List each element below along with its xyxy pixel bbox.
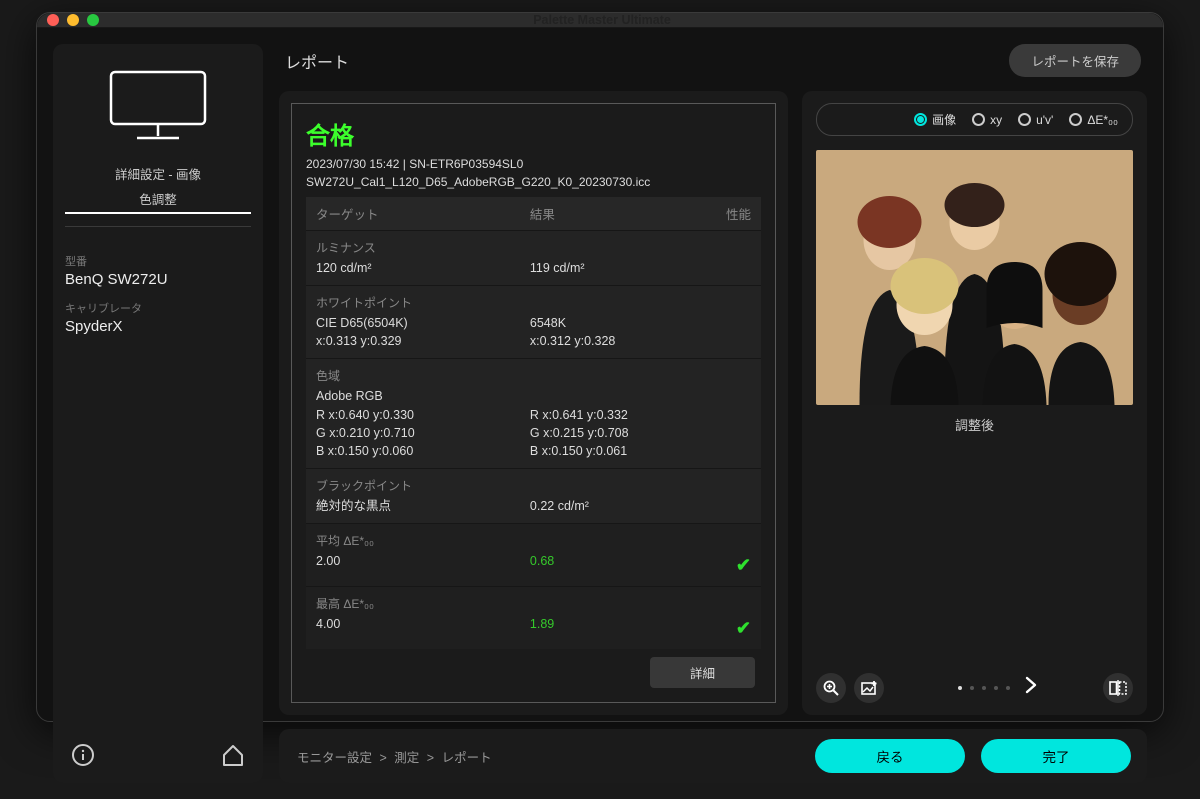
checkmark-icon: ✔ — [736, 618, 751, 638]
zoom-button[interactable] — [816, 673, 846, 703]
detail-button[interactable]: 詳細 — [650, 657, 755, 688]
home-icon — [220, 742, 246, 768]
sidebar-mode[interactable]: 色調整 — [65, 189, 251, 214]
max-deltae-section: 最高 ΔE*₀₀ 4.00 1.89 ✔ — [306, 586, 761, 649]
model-value: BenQ SW272U — [65, 271, 251, 288]
info-icon — [71, 743, 95, 767]
pager-dot[interactable] — [994, 686, 998, 690]
mode-uv[interactable]: u'v' — [1010, 108, 1061, 131]
add-image-button[interactable] — [854, 673, 884, 703]
mode-xy[interactable]: xy — [964, 108, 1010, 131]
magnifier-icon — [823, 680, 839, 696]
image-pager — [892, 676, 1103, 700]
checkmark-icon: ✔ — [736, 555, 751, 575]
image-plus-icon — [861, 680, 877, 696]
page-title: レポート — [285, 49, 349, 73]
blackpoint-section: ブラックポイント 絶対的な黒点0.22 cd/m² — [306, 468, 761, 523]
pager-dot[interactable] — [982, 686, 986, 690]
mode-deltae[interactable]: ΔE*₀₀ — [1061, 108, 1126, 131]
preview-caption: 調整後 — [816, 415, 1133, 434]
maximize-window-icon[interactable] — [87, 14, 99, 26]
mode-image[interactable]: 画像 — [906, 108, 964, 131]
breadcrumb: モニター設定 > 測定 > レポート — [295, 747, 494, 766]
gamut-section: 色域 Adobe RGB R x:0.640 y:0.330R x:0.641 … — [306, 358, 761, 468]
report-icc: SW272U_Cal1_L120_D65_AdobeRGB_G220_K0_20… — [306, 175, 761, 189]
report-panel: 合格 2023/07/30 15:42 | SN-ETR6P03594SL0 S… — [279, 91, 788, 715]
monitor-icon — [103, 66, 213, 146]
done-button[interactable]: 完了 — [981, 739, 1131, 773]
col-perf: 性能 — [701, 204, 751, 223]
sidebar: 詳細設定 - 画像 色調整 型番 BenQ SW272U キャリブレータ Spy… — [53, 44, 263, 783]
compare-button[interactable] — [1103, 673, 1133, 703]
calibrator-value: SpyderX — [65, 318, 251, 335]
preview-panel: 画像 xy u'v' ΔE*₀₀ — [802, 91, 1147, 715]
preview-image — [816, 150, 1133, 405]
luminance-section: ルミナンス 120 cd/m²119 cd/m² — [306, 230, 761, 285]
model-label: 型番 — [65, 253, 251, 269]
sidebar-context: 詳細設定 - 画像 — [65, 164, 251, 183]
pager-dot[interactable] — [1006, 686, 1010, 690]
calibrator-label: キャリブレータ — [65, 300, 251, 316]
report-status: 合格 — [306, 116, 761, 151]
view-mode-group: 画像 xy u'v' ΔE*₀₀ — [816, 103, 1133, 136]
window-title: Palette Master Ultimate — [99, 13, 1105, 27]
compare-split-icon — [1109, 680, 1127, 696]
pager-dot[interactable] — [958, 686, 962, 690]
pager-dot[interactable] — [970, 686, 974, 690]
save-report-button[interactable]: レポートを保存 — [1009, 44, 1141, 77]
back-button[interactable]: 戻る — [815, 739, 965, 773]
home-button[interactable] — [219, 741, 247, 769]
report-header-row: ターゲット 結果 性能 — [306, 197, 761, 230]
close-window-icon[interactable] — [47, 14, 59, 26]
avg-deltae-section: 平均 ΔE*₀₀ 2.00 0.68 ✔ — [306, 523, 761, 586]
info-button[interactable] — [69, 741, 97, 769]
chevron-right-icon — [1024, 676, 1038, 694]
minimize-window-icon[interactable] — [67, 14, 79, 26]
whitepoint-section: ホワイトポイント CIE D65(6504K)6548K x:0.313 y:0… — [306, 285, 761, 358]
next-image-button[interactable] — [1024, 676, 1038, 700]
footer: モニター設定 > 測定 > レポート 戻る 完了 — [279, 729, 1147, 783]
titlebar: Palette Master Ultimate — [37, 13, 1163, 28]
report-meta: 2023/07/30 15:42 | SN-ETR6P03594SL0 — [306, 155, 761, 173]
col-target: ターゲット — [316, 204, 530, 223]
col-result: 結果 — [530, 204, 701, 223]
